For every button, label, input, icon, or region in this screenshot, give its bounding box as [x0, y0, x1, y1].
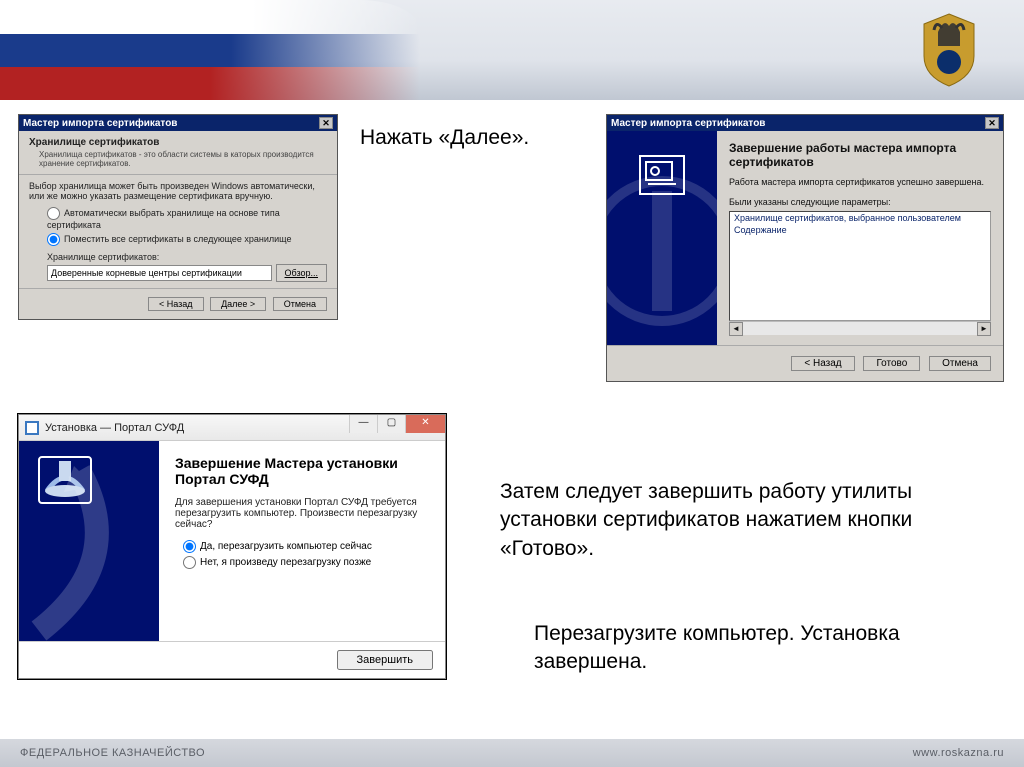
flag-graphic [0, 0, 420, 100]
minimize-button[interactable]: — [349, 415, 377, 433]
finish-line: Работа мастера импорта сертификатов успе… [729, 177, 991, 187]
finish-heading: Завершение работы мастера импорта сертиф… [729, 141, 991, 169]
radio-auto[interactable]: Автоматически выбрать хранилище на основ… [47, 207, 327, 230]
radio-restart-now[interactable]: Да, перезагрузить компьютер сейчас [183, 540, 429, 553]
close-icon[interactable]: ✕ [319, 117, 333, 129]
back-button[interactable]: < Назад [148, 297, 204, 311]
footer-url: www.roskazna.ru [913, 747, 1004, 759]
titlebar: Мастер импорта сертификатов ✕ [607, 115, 1003, 131]
close-icon[interactable]: ✕ [985, 117, 999, 129]
annotation-3: Перезагрузите компьютер. Установка завер… [534, 620, 954, 677]
certificate-icon [639, 155, 685, 195]
scroll-left-icon[interactable]: ◄ [729, 322, 743, 336]
cancel-button[interactable]: Отмена [929, 356, 991, 371]
installer-finish-dialog: Установка — Портал СУФД — ▢ ✕ [18, 414, 446, 679]
finish-button[interactable]: Завершить [337, 650, 433, 670]
panel-heading: Хранилище сертификатов [29, 137, 327, 148]
list-item: Хранилище сертификатов, выбранное пользо… [730, 212, 990, 224]
radio-auto-label: Автоматически выбрать хранилище на основ… [47, 208, 280, 230]
store-input[interactable] [47, 265, 272, 281]
annotation-2: Затем следует завершить работу утилиты у… [500, 478, 950, 563]
radio-manual[interactable]: Поместить все сертификаты в следующее хр… [47, 233, 327, 246]
titlebar: Установка — Портал СУФД — ▢ ✕ [19, 415, 445, 441]
cert-wizard-store-dialog: Мастер импорта сертификатов ✕ Хранилище … [18, 114, 338, 320]
footer-bar: ФЕДЕРАЛЬНОЕ КАЗНАЧЕЙСТВО www.roskazna.ru [0, 739, 1024, 767]
side-panel [19, 441, 159, 641]
radio-restart-later[interactable]: Нет, я произведу перезагрузку позже [183, 556, 429, 569]
scroll-right-icon[interactable]: ► [977, 322, 991, 336]
footer-org: ФЕДЕРАЛЬНОЕ КАЗНАЧЕЙСТВО [20, 747, 205, 759]
radio-manual-label: Поместить все сертификаты в следующее хр… [64, 234, 292, 244]
back-button[interactable]: < Назад [791, 356, 854, 371]
close-icon[interactable]: ✕ [405, 415, 445, 433]
radio-now-label: Да, перезагрузить компьютер сейчас [200, 541, 372, 552]
title-text: Установка — Портал СУФД [45, 422, 184, 434]
emblem-icon [914, 12, 984, 88]
side-watermark-icon [19, 441, 159, 641]
title-text: Мастер импорта сертификатов [23, 118, 177, 129]
cancel-button[interactable]: Отмена [273, 297, 327, 311]
installer-heading: Завершение Мастера установки Портал СУФД [175, 455, 429, 487]
maximize-button[interactable]: ▢ [377, 415, 405, 433]
installer-para: Для завершения установки Портал СУФД тре… [175, 497, 429, 530]
titlebar: Мастер импорта сертификатов ✕ [19, 115, 337, 131]
app-icon [25, 421, 39, 435]
side-panel [607, 131, 717, 345]
done-button[interactable]: Готово [863, 356, 920, 371]
annotation-1: Нажать «Далее». [360, 124, 529, 152]
next-button[interactable]: Далее > [210, 297, 266, 311]
browse-button[interactable]: Обзор... [276, 264, 328, 282]
title-text: Мастер импорта сертификатов [611, 118, 765, 129]
cert-wizard-finish-dialog: Мастер импорта сертификатов ✕ Завершение… [606, 114, 1004, 382]
slide-banner [0, 0, 1024, 100]
list-item: Содержание [730, 224, 990, 236]
params-label: Были указаны следующие параметры: [729, 197, 991, 207]
store-label: Хранилище сертификатов: [47, 252, 327, 262]
radio-later-label: Нет, я произведу перезагрузку позже [200, 557, 371, 568]
desc-text: Выбор хранилища может быть произведен Wi… [29, 181, 327, 201]
panel-subtext: Хранилища сертификатов - это области сис… [39, 150, 327, 168]
params-listbox[interactable]: Хранилище сертификатов, выбранное пользо… [729, 211, 991, 321]
h-scrollbar[interactable]: ◄ ► [729, 321, 991, 335]
